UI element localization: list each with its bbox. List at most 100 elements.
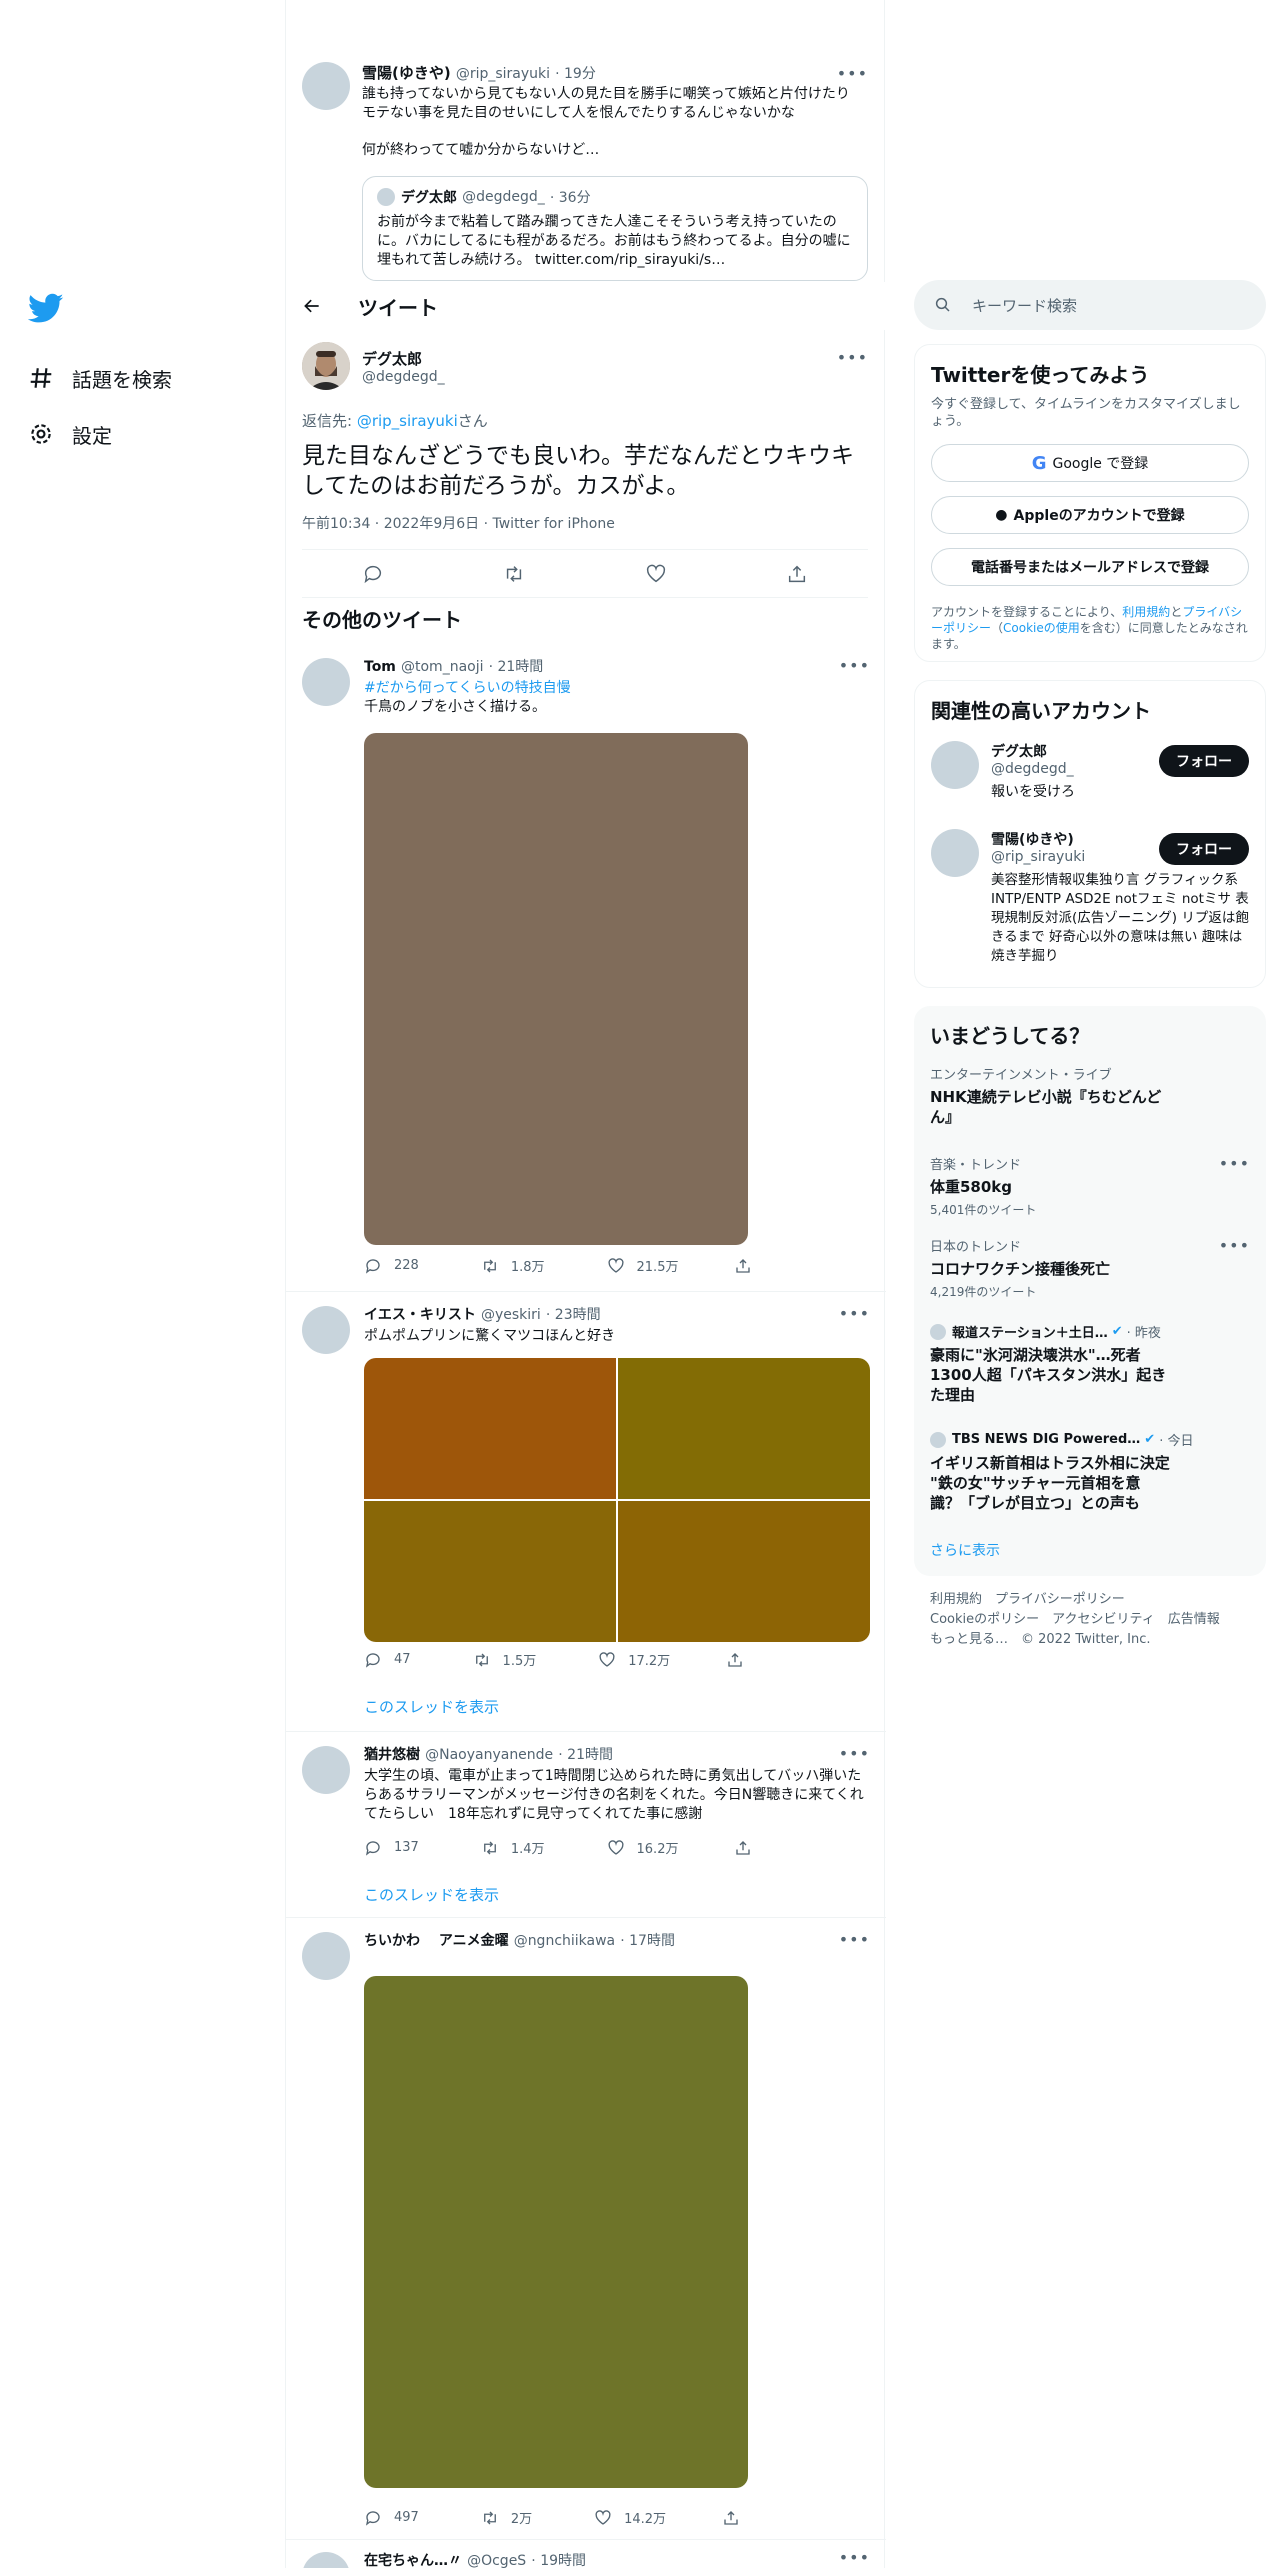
author-name[interactable]: Tom — [364, 659, 396, 675]
avatar[interactable] — [302, 2552, 350, 2568]
tweet-image[interactable] — [364, 733, 748, 1245]
hashtag-link-2[interactable]: くらいの特技自慢 — [459, 680, 571, 696]
like-count[interactable]: 14.2万 — [594, 2508, 666, 2527]
share-icon[interactable] — [734, 1839, 752, 1857]
avatar[interactable] — [302, 1746, 350, 1794]
tweet-meta[interactable]: 午前10:34 · 2022年9月6日 · Twitter for iPhone — [302, 513, 868, 550]
reply-count[interactable]: 47 — [364, 1651, 411, 1669]
tweet-time[interactable]: · 19分 — [555, 66, 596, 82]
list-item[interactable]: 猶井悠樹 @Naoyanyanende · 21時間 大学生の頃、電車が止まって… — [286, 1732, 886, 1918]
cookie-link[interactable]: Cookieの使用 — [1003, 621, 1080, 635]
reply-count[interactable]: 497 — [364, 2509, 419, 2527]
more-icon[interactable]: ••• — [839, 2548, 870, 2567]
list-item[interactable]: イエス・キリスト @yeskiri · 23時間 ポムポムプリンに驚くマツコほん… — [286, 1292, 886, 1732]
author-name[interactable]: 在宅ちゃん…〃 — [364, 2553, 462, 2568]
like-count[interactable]: 21.5万 — [607, 1256, 678, 1275]
author-handle[interactable]: @ngnchiikawa — [514, 1933, 615, 1949]
author-handle[interactable]: @OcgeS — [467, 2553, 526, 2568]
avatar[interactable] — [302, 1932, 350, 1980]
list-item[interactable]: Tom @tom_naoji · 21時間 #だから何ってくらいの特技自慢 千鳥… — [286, 644, 886, 1292]
parent-tweet[interactable]: 雪陽(ゆきや) @rip_sirayuki · 19分 誰も持ってないから見ても… — [302, 62, 868, 281]
google-signup-button[interactable]: G Google で登録 — [931, 444, 1249, 482]
author-handle[interactable]: @yeskiri — [481, 1307, 541, 1323]
tweet-time[interactable]: · 17時間 — [620, 1933, 675, 1949]
share-icon[interactable] — [734, 1257, 752, 1275]
like-count[interactable]: 16.2万 — [607, 1838, 678, 1857]
reply-to-link[interactable]: @rip_sirayuki — [357, 412, 458, 430]
tweet-image[interactable] — [364, 1358, 616, 1499]
reply-count[interactable]: 228 — [364, 1257, 419, 1275]
reply-icon[interactable] — [362, 563, 384, 585]
tweet-image[interactable] — [618, 1358, 870, 1499]
reply-count[interactable]: 137 — [364, 1839, 419, 1857]
retweet-count[interactable]: 1.5万 — [473, 1650, 536, 1669]
list-item[interactable]: 在宅ちゃん…〃 @OcgeS · 19時間 ••• — [286, 2540, 886, 2568]
author-name[interactable]: ちいかわ アニメ金曜 — [364, 1933, 509, 1949]
share-icon[interactable] — [786, 563, 808, 585]
news-item[interactable]: 報道ステーション＋土日… ✔ · 昨夜 豪雨に"氷河湖決壊洪水"…死者1300人超「… — [930, 1322, 1250, 1405]
tweet-time[interactable]: · 19時間 — [531, 2553, 586, 2568]
twitter-logo-icon[interactable] — [27, 290, 64, 326]
author-handle[interactable]: @rip_sirayuki — [456, 66, 550, 82]
author-handle[interactable]: @tom_naoji — [401, 659, 484, 675]
list-item[interactable]: ちいかわ アニメ金曜 @ngnchiikawa · 17時間 ••• 497 2… — [286, 1918, 886, 2540]
more-icon[interactable]: ••• — [837, 348, 868, 367]
retweet-count[interactable]: 1.4万 — [481, 1838, 545, 1857]
author-handle[interactable]: @degdegd_ — [362, 369, 445, 385]
author-name[interactable]: 雪陽(ゆきや) — [362, 64, 451, 82]
retweet-count[interactable]: 2万 — [481, 2508, 532, 2527]
author-name[interactable]: イエス・キリスト — [364, 1307, 476, 1323]
trend-item[interactable]: 音楽・トレンド 体重580kg 5,401件のツイート ••• — [930, 1154, 1250, 1218]
hashtag-link[interactable]: #だから何って — [364, 680, 459, 696]
show-more-link[interactable]: さらに表示 — [930, 1540, 1250, 1560]
phone-signup-button[interactable]: 電話番号またはメールアドレスで登録 — [931, 548, 1249, 586]
footer-line-3[interactable]: もっと見る… © 2022 Twitter, Inc. — [930, 1630, 1220, 1650]
nav-settings[interactable]: 設定 — [28, 406, 278, 462]
author-handle[interactable]: @Naoyanyanende — [425, 1747, 553, 1763]
more-icon[interactable]: ••• — [837, 64, 868, 83]
quote-tweet[interactable]: デグ太郎 @degdegd_ · 36分 お前が今まで粘着して踏み躙ってきた人達… — [362, 176, 868, 281]
trend-item[interactable]: 日本のトレンド コロナワクチン接種後死亡 4,219件のツイート ••• — [930, 1236, 1250, 1300]
more-icon[interactable]: ••• — [1219, 1154, 1250, 1173]
more-icon[interactable]: ••• — [839, 1744, 870, 1763]
news-item[interactable]: TBS NEWS DIG Powered… ✔ · 今日 イギリス新首相はトラス外相… — [930, 1430, 1250, 1513]
tweet-image[interactable] — [364, 1501, 616, 1642]
related-account[interactable]: デグ太郎 @degdegd_ 報いを受けろ フォロー — [931, 741, 1249, 802]
footer-line-2[interactable]: Cookieのポリシー アクセシビリティ 広告情報 — [930, 1610, 1220, 1630]
tweet-time[interactable]: · 21時間 — [558, 1747, 613, 1763]
more-icon[interactable]: ••• — [1219, 1236, 1250, 1255]
show-thread-link[interactable]: このスレッドを表示 — [364, 1884, 499, 1905]
avatar[interactable] — [302, 62, 350, 110]
footer-line-1[interactable]: 利用規約 プライバシーポリシー — [930, 1590, 1220, 1610]
search-input[interactable]: キーワード検索 — [914, 280, 1266, 330]
trend-item[interactable]: エンターテインメント・ライブ NHK連続テレビ小説『ちむどんどん』 — [930, 1064, 1250, 1127]
terms-link[interactable]: 利用規約 — [1122, 605, 1170, 619]
retweet-count[interactable]: 1.8万 — [481, 1256, 545, 1275]
tweet-time[interactable]: · 21時間 — [489, 659, 544, 675]
apple-signup-button[interactable]: ● Appleのアカウントで登録 — [931, 496, 1249, 534]
nav-explore[interactable]: 話題を検索 — [28, 350, 278, 406]
avatar[interactable] — [302, 1306, 350, 1354]
share-icon[interactable] — [726, 1651, 744, 1669]
author-name[interactable]: 猶井悠樹 — [364, 1747, 420, 1763]
retweet-icon[interactable] — [503, 563, 525, 585]
share-icon[interactable] — [722, 2509, 740, 2527]
more-icon[interactable]: ••• — [839, 1930, 870, 1949]
more-icon[interactable]: ••• — [839, 1304, 870, 1323]
author-name[interactable]: デグ太郎 — [362, 348, 445, 369]
avatar[interactable] — [302, 658, 350, 706]
tweet-time[interactable]: · 23時間 — [546, 1307, 601, 1323]
like-count[interactable]: 17.2万 — [598, 1650, 670, 1669]
related-account[interactable]: 雪陽(ゆきや) @rip_sirayuki 美容整形情報収集独り言 グラフィック… — [931, 829, 1249, 966]
more-icon[interactable]: ••• — [839, 656, 870, 675]
back-arrow-icon[interactable] — [302, 296, 322, 316]
avatar[interactable] — [302, 342, 350, 390]
show-thread-link[interactable]: このスレッドを表示 — [364, 1696, 499, 1717]
avatar[interactable] — [931, 829, 979, 877]
like-icon[interactable] — [645, 563, 667, 585]
tweet-image[interactable] — [364, 1976, 748, 2488]
tweet-image[interactable] — [618, 1501, 870, 1642]
follow-button[interactable]: フォロー — [1159, 745, 1249, 777]
follow-button[interactable]: フォロー — [1159, 833, 1249, 865]
avatar[interactable] — [931, 741, 979, 789]
